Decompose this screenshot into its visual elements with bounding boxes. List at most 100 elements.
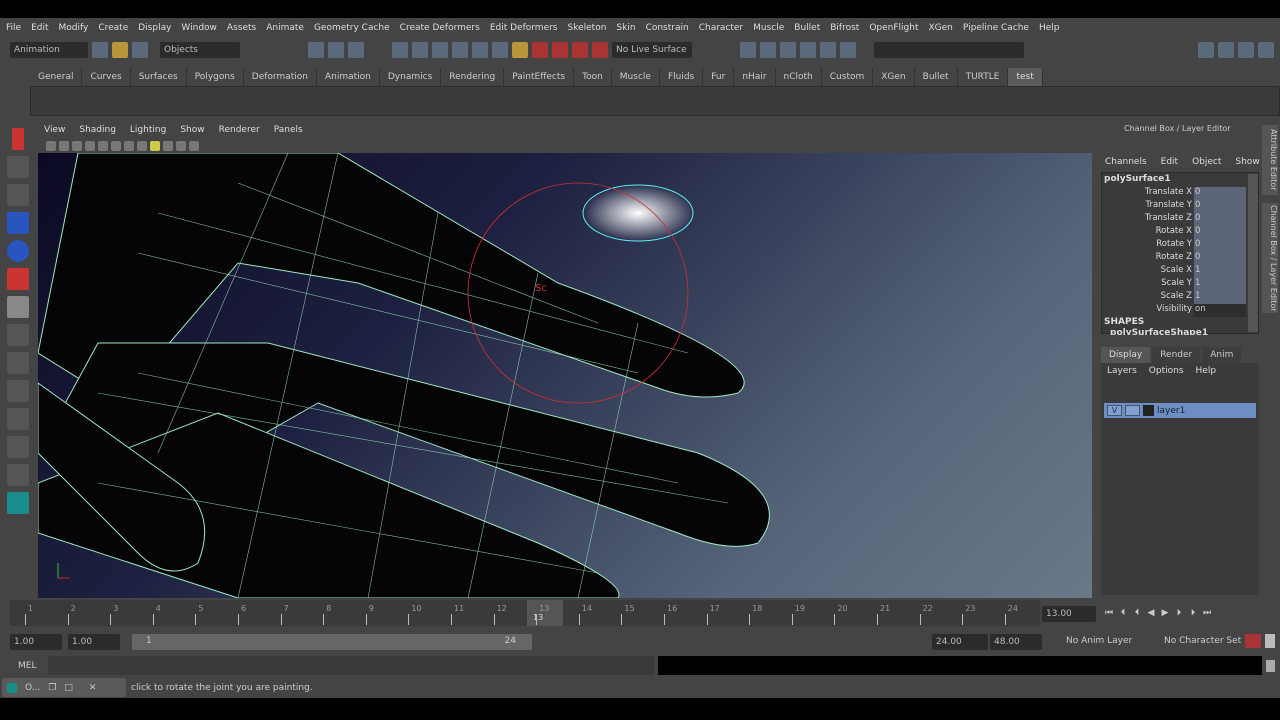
select-component-icon[interactable]: [348, 42, 364, 58]
select-tool-icon[interactable]: [12, 128, 24, 150]
shelf-tab-muscle[interactable]: Muscle: [612, 68, 660, 86]
shelf-tab-deformation[interactable]: Deformation: [244, 68, 317, 86]
channel-value[interactable]: 1: [1194, 265, 1246, 278]
render-icon[interactable]: [800, 42, 816, 58]
menu-create[interactable]: Create: [98, 23, 128, 33]
layer-name[interactable]: layer1: [1157, 406, 1185, 416]
rotate-tool-icon[interactable]: [7, 240, 29, 262]
paint-select-icon[interactable]: [7, 184, 29, 206]
shelf-tab-bullet[interactable]: Bullet: [915, 68, 958, 86]
menu-character[interactable]: Character: [699, 23, 743, 33]
step-forward-key-icon[interactable]: ⏵: [1172, 608, 1186, 618]
shelf-tab-test[interactable]: test: [1008, 68, 1043, 86]
layer-tab-render[interactable]: Render: [1152, 347, 1201, 363]
character-set-dropdown[interactable]: No Character Set: [1164, 636, 1241, 646]
layer-type-toggle[interactable]: [1125, 405, 1140, 416]
snap-point-icon[interactable]: [432, 42, 448, 58]
history-icon[interactable]: [472, 42, 488, 58]
shelf-tab-fur[interactable]: Fur: [703, 68, 735, 86]
viewport-3d[interactable]: Sc: [38, 153, 1092, 598]
anim-layer-dropdown[interactable]: No Anim Layer: [1066, 636, 1132, 646]
scale-tool-icon[interactable]: [7, 268, 29, 290]
channel-label[interactable]: Translate X: [1102, 187, 1194, 200]
channel-value[interactable]: 0: [1194, 213, 1246, 226]
step-back-frame-icon[interactable]: ⏴: [1116, 608, 1130, 618]
menuset-dropdown[interactable]: Animation: [10, 42, 88, 58]
shelf-tab-xgen[interactable]: XGen: [873, 68, 915, 86]
layout-hypershade-icon[interactable]: [7, 464, 29, 486]
channel-box-icon[interactable]: [1258, 42, 1274, 58]
shelf-tab-polygons[interactable]: Polygons: [187, 68, 244, 86]
channel-value[interactable]: 1: [1194, 278, 1246, 291]
channel-label[interactable]: Scale Y: [1102, 278, 1194, 291]
channel-value[interactable]: 0: [1194, 226, 1246, 239]
lights-icon[interactable]: [150, 140, 160, 151]
channel-row[interactable]: Translate Z0: [1102, 213, 1246, 226]
menu-create-deformers[interactable]: Create Deformers: [400, 23, 480, 33]
channel-label[interactable]: Rotate Y: [1102, 239, 1194, 252]
layout-two-icon[interactable]: [7, 380, 29, 402]
shelf-tab-curves[interactable]: Curves: [82, 68, 131, 86]
start-time-field[interactable]: 1.00: [10, 634, 62, 650]
menu-muscle[interactable]: Muscle: [753, 23, 784, 33]
ipr-render-icon[interactable]: [820, 42, 836, 58]
layer-menu-options[interactable]: Options: [1149, 366, 1184, 376]
shelf-tab-nhair[interactable]: nHair: [734, 68, 776, 86]
menu-display[interactable]: Display: [138, 23, 171, 33]
step-forward-frame-icon[interactable]: ⏵: [1186, 608, 1200, 618]
panel-menu-view[interactable]: View: [44, 125, 65, 135]
menu-animate[interactable]: Animate: [266, 23, 304, 33]
minimized-window[interactable]: O... ❐ □ ✕: [2, 678, 126, 697]
channel-value[interactable]: 0: [1194, 239, 1246, 252]
mel-input[interactable]: [48, 656, 654, 675]
anim-start-field[interactable]: 1.00: [68, 634, 120, 650]
channel-label[interactable]: Rotate X: [1102, 226, 1194, 239]
channel-label[interactable]: Scale X: [1102, 265, 1194, 278]
shelf-tab-dynamics[interactable]: Dynamics: [380, 68, 442, 86]
live-surface-field[interactable]: No Live Surface: [612, 42, 692, 58]
menu-geometry-cache[interactable]: Geometry Cache: [314, 23, 390, 33]
channel-value[interactable]: 0: [1194, 200, 1246, 213]
move-tool-icon[interactable]: [7, 212, 29, 234]
open-scene-icon[interactable]: [112, 42, 128, 58]
grid-icon[interactable]: [98, 140, 108, 151]
image-plane-icon[interactable]: [85, 140, 95, 151]
panel-menu-shading[interactable]: Shading: [79, 125, 116, 135]
panel-menu-show[interactable]: Show: [180, 125, 204, 135]
shelf-handle[interactable]: [0, 86, 30, 116]
time-ruler[interactable]: 13 1 2 3 4 5 6 7 8 9 10 11 12 13 14 15 16 17 18 19 20 21 22 23 2…: [10, 600, 1040, 626]
output-ops-icon[interactable]: [760, 42, 776, 58]
layer-menu-layers[interactable]: Layers: [1107, 366, 1137, 376]
range-bar[interactable]: 1 24: [132, 634, 532, 650]
channel-row[interactable]: Translate Y0: [1102, 200, 1246, 213]
render-view-icon[interactable]: [780, 42, 796, 58]
channel-label[interactable]: Translate Z: [1102, 213, 1194, 226]
textured-icon[interactable]: [137, 140, 147, 151]
auto-key-icon[interactable]: [1245, 634, 1261, 648]
menu-edit[interactable]: Edit: [31, 23, 48, 33]
menu-window[interactable]: Window: [181, 23, 217, 33]
camera-icon[interactable]: [46, 140, 56, 151]
menu-assets[interactable]: Assets: [227, 23, 256, 33]
menu-bifrost[interactable]: Bifrost: [830, 23, 859, 33]
channel-value[interactable]: 0: [1194, 187, 1246, 200]
menu-modify[interactable]: Modify: [59, 23, 89, 33]
channel-menu-channels[interactable]: Channels: [1105, 157, 1147, 167]
menu-skin[interactable]: Skin: [616, 23, 635, 33]
channel-value[interactable]: 0: [1194, 252, 1246, 265]
tool-settings-icon[interactable]: [1238, 42, 1254, 58]
magnet-icon[interactable]: [592, 42, 608, 58]
layout-outliner-icon[interactable]: [7, 436, 29, 458]
selection-mode-dropdown[interactable]: Objects: [160, 42, 240, 58]
bookmark-icon[interactable]: [72, 140, 82, 151]
shelf-tab-turtle[interactable]: TURTLE: [958, 68, 1009, 86]
paint-skin-weights-icon[interactable]: [7, 296, 29, 318]
panel-menu-lighting[interactable]: Lighting: [130, 125, 166, 135]
snap-surface-icon[interactable]: [452, 42, 468, 58]
smooth-shade-icon[interactable]: [124, 140, 134, 151]
channel-label[interactable]: Visibility: [1102, 304, 1194, 317]
layout-four-icon[interactable]: [7, 352, 29, 374]
channel-row[interactable]: Scale Y1: [1102, 278, 1246, 291]
lasso-tool-icon[interactable]: [7, 156, 29, 178]
shadows-icon[interactable]: [163, 140, 173, 151]
